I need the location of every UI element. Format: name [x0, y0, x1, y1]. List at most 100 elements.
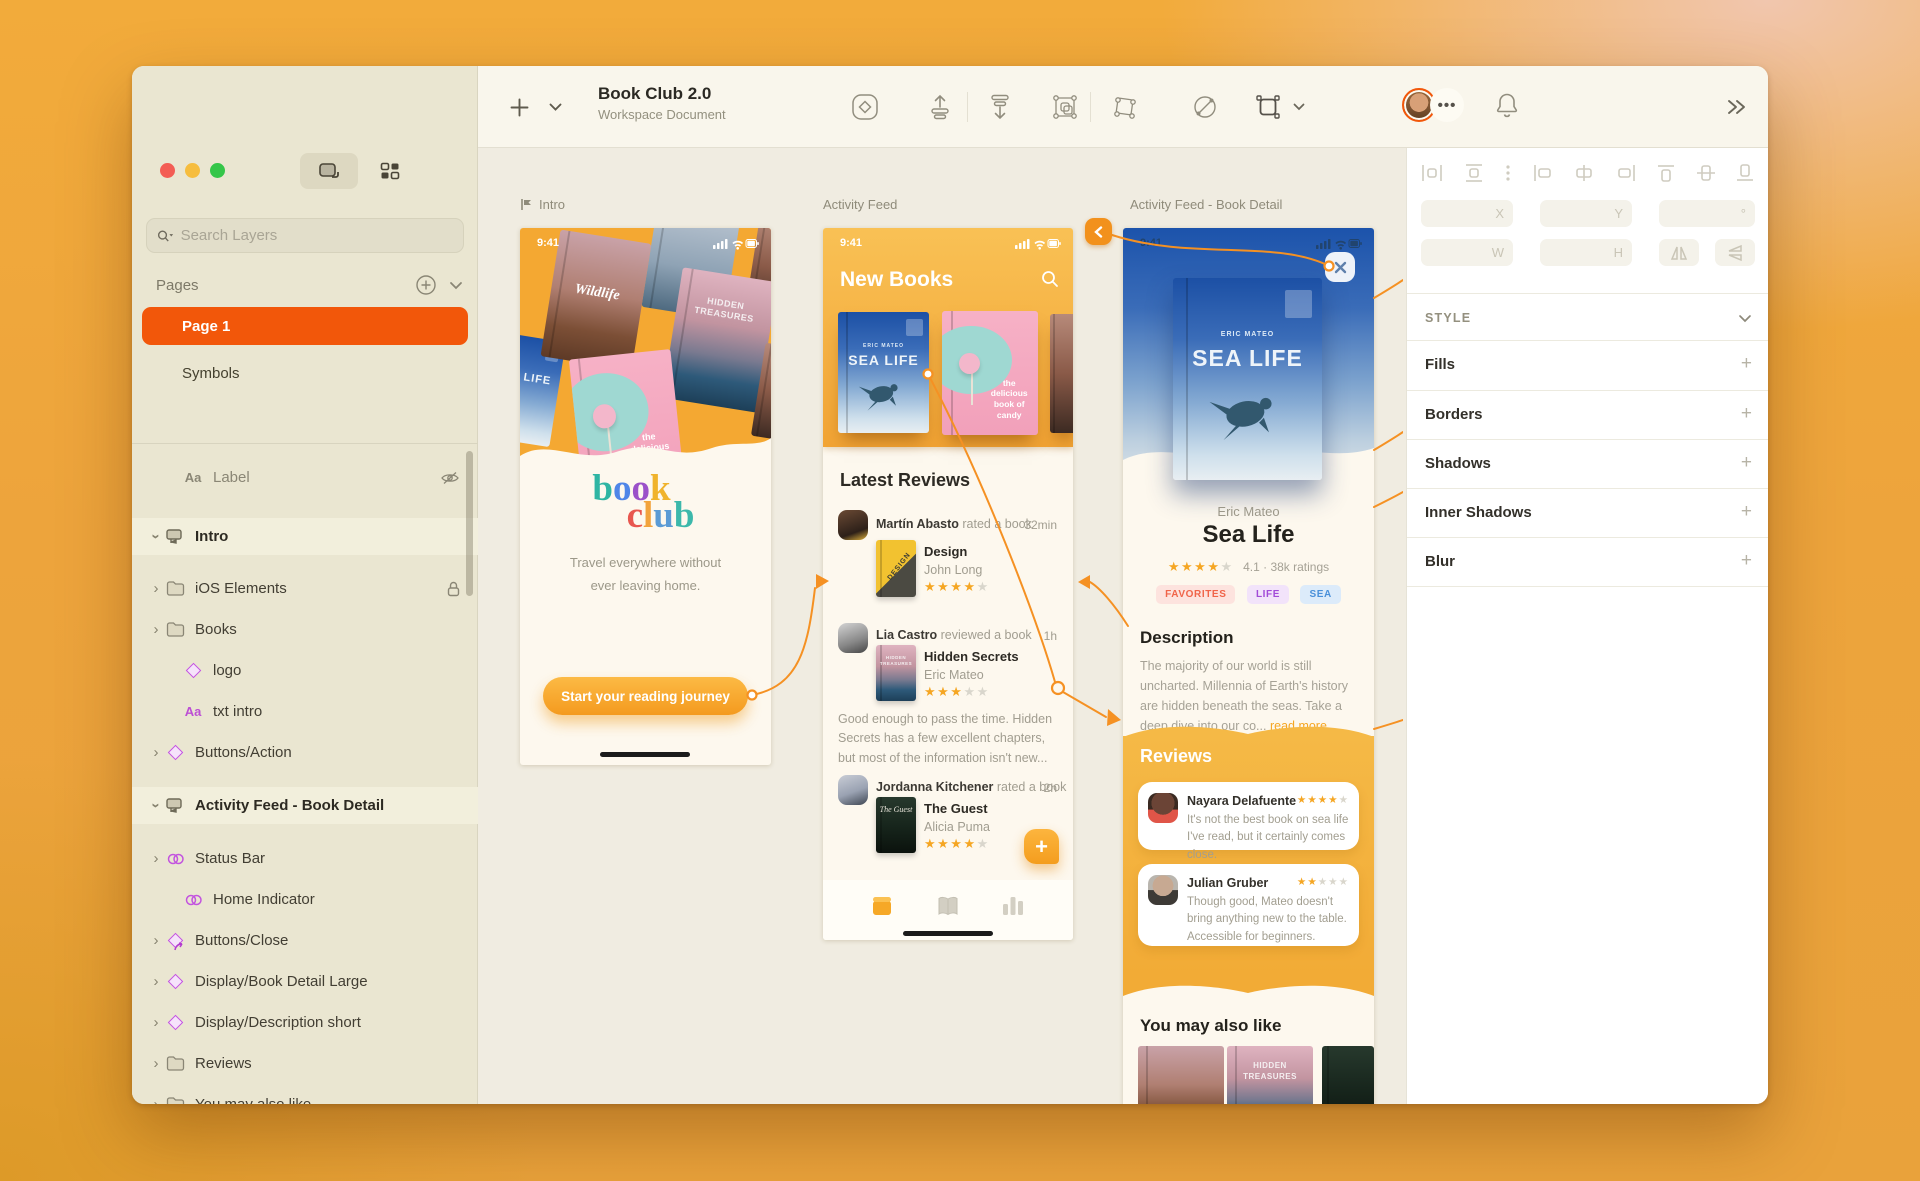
edit-shape-button[interactable] [1253, 92, 1283, 122]
artboard-title-intro[interactable]: Intro [520, 196, 565, 212]
align-top-icon[interactable] [1656, 163, 1676, 183]
also-like-cover-hidden-treasures[interactable]: HIDDEN TREASURES [1227, 1046, 1313, 1104]
detail-review-card[interactable]: Nayara Delafuente ★★★★★ It's not the bes… [1138, 782, 1359, 861]
align-left-icon[interactable] [1532, 163, 1554, 183]
layer-row-status-bar[interactable]: › Status Bar [132, 840, 478, 877]
layer-row-home-indicator[interactable]: Home Indicator [132, 881, 478, 918]
insert-symbol-button[interactable] [850, 92, 880, 122]
detail-book-cover-sea-life[interactable]: ERIC MATEO SEA LIFE [1173, 278, 1322, 480]
collapse-inspector-chevrons[interactable] [1722, 92, 1752, 122]
ungroup-button[interactable] [1110, 92, 1140, 122]
layer-row-buttons-close[interactable]: › Buttons/Close [132, 922, 478, 959]
search-input[interactable] [180, 227, 453, 244]
artboard-title-book-detail[interactable]: Activity Feed - Book Detail [1130, 196, 1282, 212]
start-reading-button[interactable]: Start your reading journey [543, 677, 748, 715]
height-field[interactable]: H [1540, 239, 1632, 266]
distribute-vertical-icon[interactable] [1463, 163, 1485, 183]
style-collapse-chevron[interactable] [1738, 314, 1752, 323]
layer-row-txt-intro[interactable]: Aa txt intro [132, 693, 478, 730]
expand-chevron[interactable]: › [148, 932, 164, 949]
flip-horizontal-button[interactable] [1659, 239, 1699, 266]
align-center-horizontal-icon[interactable] [1573, 163, 1595, 183]
y-position-field[interactable]: Y [1540, 200, 1632, 227]
notifications-bell-button[interactable] [1492, 90, 1522, 120]
edit-shape-chevron[interactable] [1284, 92, 1314, 122]
artboard-title-activity-feed[interactable]: Activity Feed [823, 196, 897, 212]
layer-row-reviews[interactable]: › Reviews [132, 1045, 478, 1082]
tag-sea[interactable]: SEA [1300, 585, 1341, 604]
insert-chevron[interactable] [540, 92, 570, 122]
hidden-eye-icon[interactable] [440, 471, 460, 485]
align-right-icon[interactable] [1615, 163, 1637, 183]
layer-row-buttons-action[interactable]: › Buttons/Action [132, 734, 478, 771]
rotation-field[interactable]: ° [1659, 200, 1755, 227]
canvas-view-toggle[interactable] [300, 153, 358, 189]
search-layers-field[interactable] [146, 218, 464, 253]
close-button[interactable] [1325, 252, 1355, 282]
add-page-button[interactable] [415, 274, 437, 296]
x-position-field[interactable]: X [1421, 200, 1513, 227]
shelf-book-sea-life[interactable]: ERIC MATEO SEA LIFE [838, 312, 929, 433]
add-shadow-button[interactable]: + [1741, 452, 1752, 474]
layer-row-display-book-detail-large[interactable]: › Display/Book Detail Large [132, 963, 478, 1000]
expand-chevron[interactable]: › [148, 621, 164, 638]
lock-icon[interactable] [447, 581, 460, 597]
layer-row-you-may-also-like[interactable]: › You may also like [132, 1086, 478, 1104]
add-inner-shadow-button[interactable]: + [1741, 501, 1752, 523]
layer-row-ios-elements[interactable]: › iOS Elements [132, 570, 478, 607]
expand-chevron[interactable]: › [148, 580, 164, 597]
close-window-button[interactable] [160, 163, 175, 178]
tab-library-icon[interactable] [869, 894, 895, 918]
artboard-activity-feed[interactable]: 9:41 New Books ERIC MATEO SEA LIFE the d… [823, 228, 1073, 940]
prototype-back-badge[interactable] [1085, 218, 1112, 245]
collaborators-more-button[interactable]: ••• [1430, 88, 1464, 122]
tag-favorites[interactable]: FAVORITES [1156, 585, 1236, 604]
expand-chevron[interactable]: › [148, 529, 165, 545]
add-blur-button[interactable]: + [1741, 550, 1752, 572]
layer-row-display-description-short[interactable]: › Display/Description short [132, 1004, 478, 1041]
sidebar-scrollbar[interactable] [466, 451, 473, 596]
add-review-fab[interactable]: + [1024, 829, 1059, 864]
expand-chevron[interactable]: › [148, 1096, 164, 1104]
tab-stats-icon[interactable] [1001, 895, 1025, 917]
minimize-window-button[interactable] [185, 163, 200, 178]
add-border-button[interactable]: + [1741, 403, 1752, 425]
expand-chevron[interactable]: › [148, 744, 164, 761]
align-bottom-icon[interactable] [1735, 163, 1755, 183]
layer-row-activity-feed-book-detail[interactable]: › Activity Feed - Book Detail [132, 787, 478, 824]
page-item-symbols[interactable]: Symbols [142, 354, 468, 392]
expand-chevron[interactable]: › [148, 1014, 164, 1031]
spacing-options-icon[interactable] [1504, 163, 1512, 183]
also-like-cover-wildlife[interactable] [1138, 1046, 1224, 1104]
send-backward-button[interactable] [985, 92, 1015, 122]
layer-row-label-style[interactable]: Aa Label [132, 459, 478, 496]
also-like-cover-guest[interactable] [1322, 1046, 1374, 1104]
expand-chevron[interactable]: › [148, 798, 165, 814]
distribute-horizontal-icon[interactable] [1421, 163, 1443, 183]
artboard-intro[interactable]: SEA LIFE Wildlife HIDDEN TREASURES [520, 228, 771, 765]
tab-books-icon[interactable] [935, 894, 961, 918]
layer-row-books[interactable]: › Books [132, 611, 478, 648]
design-canvas[interactable]: Intro Activity Feed Activity Feed - Book… [478, 148, 1406, 1104]
search-icon[interactable] [1041, 270, 1059, 288]
detail-review-card[interactable]: Julian Gruber ★★★★★ Though good, Mateo d… [1138, 864, 1359, 946]
add-fill-button[interactable]: + [1741, 353, 1752, 375]
expand-chevron[interactable]: › [148, 1055, 164, 1072]
layer-row-logo[interactable]: logo [132, 652, 478, 689]
rotate-button[interactable] [1190, 92, 1220, 122]
layer-row-intro[interactable]: › Intro [132, 518, 478, 555]
width-field[interactable]: W [1421, 239, 1513, 266]
maximize-window-button[interactable] [210, 163, 225, 178]
shelf-book-candy[interactable]: the delicious book of candy [942, 311, 1038, 435]
artboard-book-detail[interactable]: ERIC MATEO SEA LIFE 9:41 Eric Mateo Sea … [1123, 228, 1374, 1104]
expand-chevron[interactable]: › [148, 850, 164, 867]
bring-forward-button[interactable] [925, 92, 955, 122]
tag-life[interactable]: LIFE [1246, 585, 1290, 604]
collapse-pages-chevron[interactable] [449, 281, 463, 290]
expand-chevron[interactable]: › [148, 973, 164, 990]
group-button[interactable] [1050, 92, 1080, 122]
grid-view-toggle[interactable] [370, 153, 410, 189]
page-item-page1[interactable]: Page 1 [142, 307, 468, 345]
flip-vertical-button[interactable] [1715, 239, 1755, 266]
align-middle-vertical-icon[interactable] [1696, 163, 1716, 183]
